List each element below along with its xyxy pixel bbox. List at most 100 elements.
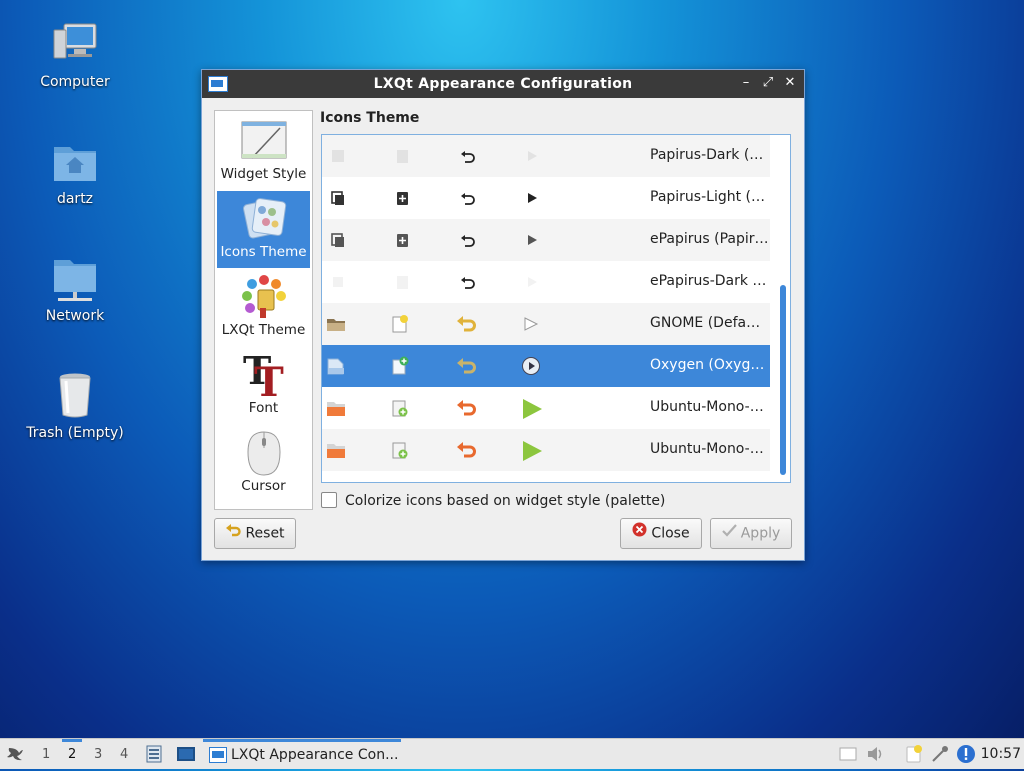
workspace-2[interactable]: 2 [68,747,76,762]
colorize-label: Colorize icons based on widget style (pa… [345,493,666,509]
close-label: Close [651,525,690,542]
list-item[interactable]: Papirus-Light (… [322,177,770,219]
theme-name: ePapirus-Dark … [650,273,767,289]
sidebar-item-label: Cursor [241,478,286,494]
new-document-icon [392,146,412,166]
apply-button[interactable]: Apply [710,518,792,549]
cancel-icon [632,519,647,548]
list-item[interactable]: ePapirus-Dark … [322,261,770,303]
icons-theme-icon [240,196,288,242]
list-item[interactable]: ePapirus (Papir… [322,219,770,261]
sidebar-item-label: Widget Style [220,166,307,182]
main-menu-icon[interactable] [5,744,25,764]
sidebar-item-cursor[interactable]: Cursor [217,425,310,502]
category-sidebar: Widget Style Icons Theme LXQt Theme T T … [214,110,313,510]
play-icon [521,356,541,376]
volume-icon[interactable] [866,744,886,764]
list-item[interactable]: GNOME (Defa… [322,303,770,345]
network-status-icon[interactable] [930,744,950,764]
desktop-icon-label: dartz [56,191,94,207]
check-icon [721,519,737,548]
close-window-button[interactable]: ✕ [782,75,798,91]
sidebar-item-label: Icons Theme [220,244,307,260]
new-document-icon [392,188,412,208]
network-folder-icon [50,254,100,304]
list-item[interactable]: Papirus-Dark (… [322,135,770,177]
close-button[interactable]: Close [620,518,702,549]
window-titlebar[interactable]: LXQt Appearance Configuration – ⤢ ✕ [202,70,804,98]
minimize-button[interactable]: – [738,75,754,91]
lxqt-theme-icon [240,274,288,320]
file-manager-icon[interactable] [144,744,164,764]
window-app-icon [209,747,227,763]
svg-text:T: T [254,359,284,398]
copy-icon [328,188,348,208]
clipboard-icon[interactable] [904,744,924,764]
undo-icon [455,356,476,376]
new-document-icon [390,314,410,334]
window-title: LXQt Appearance Configuration [373,76,633,92]
clock[interactable]: 10:57 [981,746,1021,762]
list-item-selected[interactable]: Oxygen (Oxyg… [322,345,770,387]
desktop-icon-label: Network [45,308,105,324]
folder-icon [325,356,345,376]
reset-button[interactable]: Reset [214,518,296,549]
folder-icon [325,314,345,334]
theme-name: Ubuntu-Mono-… [650,441,764,457]
reset-label: Reset [245,525,285,542]
show-desktop-icon[interactable] [176,744,196,764]
theme-name: GNOME (Defa… [650,315,761,331]
mouse-icon [240,430,288,476]
workspace-3[interactable]: 3 [94,747,102,762]
colorize-checkbox[interactable] [321,492,337,508]
sidebar-item-widget-style[interactable]: Widget Style [217,113,310,190]
theme-name: Papirus-Light (… [650,189,765,205]
section-title: Icons Theme [320,110,420,126]
sidebar-item-icons-theme[interactable]: Icons Theme [217,191,310,268]
desktop-icon-trash[interactable]: Trash (Empty) [20,371,130,441]
folder-icon [325,440,345,460]
play-icon [522,272,542,292]
new-document-icon [390,398,410,418]
sidebar-item-label: LXQt Theme [221,322,306,338]
list-scrollbar[interactable] [780,285,786,475]
new-document-icon [392,230,412,250]
sidebar-item-lxqt-theme[interactable]: LXQt Theme [217,269,310,346]
appearance-window: LXQt Appearance Configuration – ⤢ ✕ Widg… [201,69,805,561]
new-document-icon [390,356,410,376]
home-folder-icon [50,137,100,187]
undo-icon [457,188,477,208]
workspace-1[interactable]: 1 [42,747,50,762]
desktop-icon-label: Computer [40,74,110,90]
theme-name: ePapirus (Papir… [650,231,769,247]
computer-icon [50,20,100,70]
trash-icon [50,371,100,421]
list-item[interactable]: Ubuntu-Mono-… [322,387,770,429]
play-icon [521,398,542,419]
active-workspace-indicator [62,739,82,742]
undo-icon [455,440,476,460]
desktop-icon-network[interactable]: Network [20,254,130,324]
play-icon [521,314,541,334]
desktop-icon-computer[interactable]: Computer [20,20,130,90]
list-item[interactable]: Ubuntu-Mono-… [322,429,770,471]
play-icon [522,188,542,208]
undo-icon [225,519,242,548]
undo-icon [457,146,477,166]
play-icon [522,146,542,166]
folder-icon [325,398,345,418]
undo-icon [457,272,477,292]
icon-theme-list[interactable]: Papirus-Dark (… Papirus-Light (… ePapiru… [321,134,791,483]
copy-icon [328,230,348,250]
undo-icon [455,398,476,418]
update-notification-icon[interactable] [956,744,976,764]
desktop-icon-home[interactable]: dartz [20,137,130,207]
apply-label: Apply [740,525,781,542]
notes-icon[interactable] [838,744,858,764]
maximize-button[interactable]: ⤢ [760,75,776,91]
colorize-option[interactable]: Colorize icons based on widget style (pa… [321,492,665,509]
workspace-4[interactable]: 4 [120,747,128,762]
sidebar-item-font[interactable]: T T Font [217,347,310,424]
undo-icon [455,314,476,334]
taskbar-task-appearance[interactable]: LXQt Appearance Con... [203,739,401,769]
